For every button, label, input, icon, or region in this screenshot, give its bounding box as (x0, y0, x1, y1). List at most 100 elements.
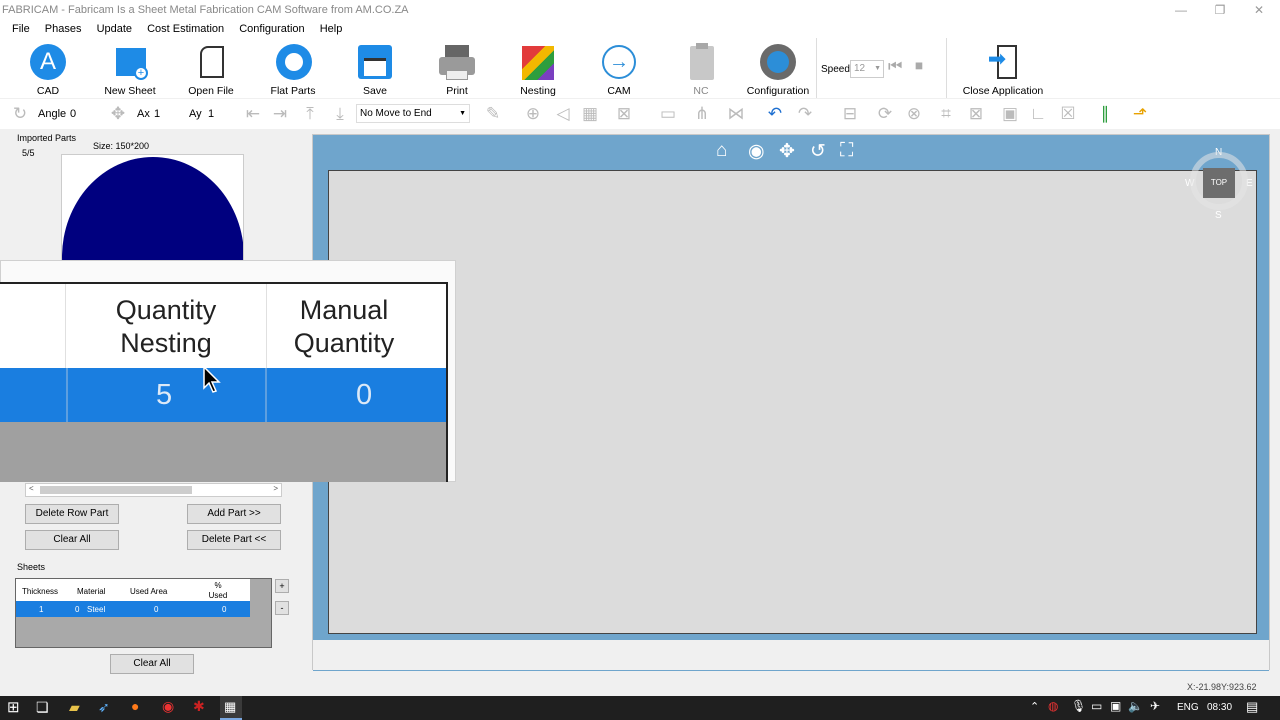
save-button[interactable]: Save (355, 42, 395, 97)
add-part-button[interactable]: Add Part >> (187, 504, 281, 524)
speed-select[interactable]: 12 ▼ (850, 60, 884, 78)
menu-configuration[interactable]: Configuration (233, 20, 310, 38)
print-button[interactable]: Print (437, 42, 477, 97)
ax-input[interactable]: 1 (154, 108, 160, 120)
sheet-icon[interactable]: ▭ (658, 104, 678, 124)
battery-icon[interactable]: ▭ (1091, 699, 1102, 713)
nc-delete-icon[interactable]: ⊠ (614, 104, 634, 124)
array-icon[interactable]: ▦ (580, 104, 600, 124)
clear-all-sheets-button[interactable]: Clear All (110, 654, 194, 674)
new-sheet-button[interactable]: + New Sheet (104, 42, 156, 97)
rotate-icon[interactable]: ↻ (10, 104, 30, 124)
ay-label: Ay (189, 108, 202, 120)
menu-file[interactable]: File (6, 20, 36, 38)
arrow-right-icon[interactable]: ⇥ (270, 104, 290, 124)
app-red-icon[interactable]: ✱ (193, 698, 205, 715)
menu-cost-estimation[interactable]: Cost Estimation (141, 20, 230, 38)
windows-start-icon[interactable]: ⊞ (7, 698, 20, 716)
minimize-button[interactable]: — (1166, 2, 1196, 18)
arrow-down-icon[interactable]: ⤓ (330, 104, 350, 124)
sheets-selected-row[interactable]: 1 0 Steel 0 0 (16, 601, 250, 617)
ay-input[interactable]: 1 (208, 108, 214, 120)
open-file-button[interactable]: Open File (188, 42, 234, 97)
view-cube-top[interactable]: TOP (1203, 168, 1235, 198)
cell-quantity-nesting[interactable]: 5 (156, 379, 172, 412)
corner-icon[interactable]: ∟ (1028, 104, 1048, 124)
nesting-button[interactable]: Nesting (516, 42, 560, 97)
delete-row-part-button[interactable]: Delete Row Part (25, 504, 119, 524)
redo-icon[interactable]: ↷ (795, 104, 815, 124)
fabricam-taskbar-button[interactable]: ▦ (220, 696, 242, 720)
scrollbar-thumb[interactable] (40, 486, 192, 494)
align-icon[interactable]: ⊟ (840, 104, 860, 124)
menu-update[interactable]: Update (91, 20, 138, 38)
window-icon[interactable]: ▣ (1000, 104, 1020, 124)
microphone-icon[interactable]: 🎙 (1071, 699, 1086, 713)
network-icon[interactable]: ✈ (1150, 699, 1160, 713)
part-preview[interactable] (61, 154, 244, 264)
configuration-button[interactable]: Configuration (745, 42, 811, 97)
clock[interactable]: 08:30 (1207, 702, 1232, 713)
pen-icon[interactable]: ✎ (483, 104, 503, 124)
volume-icon[interactable]: 🔈 (1128, 699, 1143, 713)
chrome-icon[interactable]: ◉ (162, 698, 174, 715)
remove-sheet-button[interactable]: - (275, 601, 289, 615)
cross-frame-icon[interactable]: ⊠ (966, 104, 986, 124)
move-icon[interactable]: ✥ (108, 104, 128, 124)
cam-button[interactable]: → CAM (599, 42, 639, 97)
grid-selected-row[interactable]: 5 0 (0, 368, 446, 422)
header-manual-quantity[interactable]: Manual Quantity (266, 294, 422, 360)
delete-x-icon[interactable]: ⊗ (904, 104, 924, 124)
chevron-right-icon[interactable]: > (273, 484, 278, 493)
nc-button[interactable]: NC (681, 42, 721, 97)
undo-icon[interactable]: ↶ (765, 104, 785, 124)
move-to-end-select[interactable]: No Move to End ▼ (356, 104, 470, 123)
close-button[interactable]: ✕ (1244, 2, 1274, 18)
display-icon[interactable]: ▣ (1110, 699, 1121, 713)
grid-header-row: Quantity Nesting Manual Quantity (0, 284, 446, 368)
maximize-button[interactable]: ❐ (1205, 2, 1235, 18)
firefox-icon[interactable]: ● (131, 698, 139, 714)
cross-box-icon[interactable]: ☒ (1058, 104, 1078, 124)
delete-part-button[interactable]: Delete Part << (187, 530, 281, 550)
file-explorer-icon[interactable]: ▰ (69, 699, 80, 716)
cell-manual-quantity[interactable]: 0 (356, 379, 372, 412)
chevron-up-icon[interactable]: ⌃ (1030, 700, 1039, 713)
header-material: Material (77, 587, 106, 596)
menu-phases[interactable]: Phases (39, 20, 88, 38)
task-view-icon[interactable]: ❏ (36, 699, 49, 716)
color-lines-icon[interactable]: ∥ (1095, 104, 1115, 124)
flat-parts-button[interactable]: Flat Parts (270, 42, 316, 97)
cad-button[interactable]: A CAD (27, 42, 69, 97)
header-quantity-nesting[interactable]: Quantity Nesting (66, 294, 266, 360)
viewer-bottom-margin (313, 640, 1269, 670)
step-back-icon[interactable]: ⏮ (888, 58, 902, 76)
path-split-icon[interactable]: ⋈ (726, 104, 746, 124)
horizontal-scrollbar[interactable]: < > (25, 483, 282, 497)
menu-help[interactable]: Help (314, 20, 349, 38)
home-icon[interactable]: ⌂ (716, 140, 727, 162)
clear-all-button[interactable]: Clear All (25, 530, 119, 550)
add-circle-icon[interactable]: ⊕ (523, 104, 543, 124)
reset-rotation-icon[interactable]: ↺ (810, 140, 826, 163)
arrow-up-icon[interactable]: ⤒ (300, 104, 320, 124)
stop-icon[interactable]: ⏹ (915, 58, 923, 76)
fit-screen-icon[interactable]: ⛶ (840, 140, 853, 162)
drawing-canvas[interactable] (328, 170, 1257, 634)
rotate-part-icon[interactable]: ⟳ (875, 104, 895, 124)
arrow-left-icon[interactable]: ⇤ (243, 104, 263, 124)
angle-input[interactable]: 0 (70, 108, 76, 120)
export-icon[interactable]: ⬏ (1130, 104, 1150, 124)
notifications-icon[interactable]: ▤ (1246, 699, 1258, 715)
path-icon[interactable]: ⋔ (692, 104, 712, 124)
mirror-icon[interactable]: ◁ (553, 104, 573, 124)
close-application-button[interactable]: ➡ Close Application (960, 42, 1046, 97)
app-icon[interactable]: ➶ (98, 699, 110, 716)
add-sheet-button[interactable]: + (275, 579, 289, 593)
frame-icon[interactable]: ⌗ (936, 104, 956, 124)
chevron-left-icon[interactable]: < (29, 484, 34, 493)
language-indicator[interactable]: ENG (1177, 702, 1199, 713)
pan-icon[interactable]: ✥ (779, 140, 795, 163)
tray-app-icon[interactable]: ◍ (1048, 699, 1058, 713)
orbit-icon[interactable]: ◉ (748, 140, 765, 163)
